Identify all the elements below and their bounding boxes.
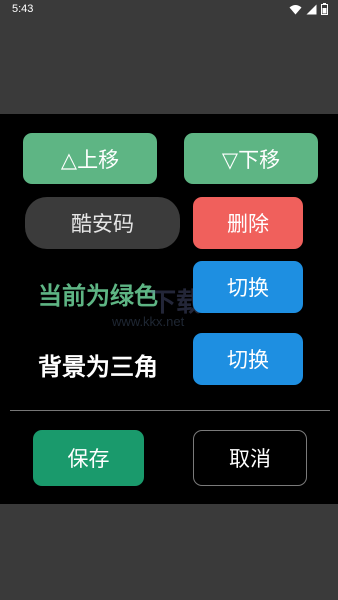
move-down-button[interactable]: ▽下移: [184, 133, 318, 184]
watermark-text: www.kkx.net: [112, 314, 185, 329]
status-icons: [289, 3, 328, 15]
wifi-icon: [289, 4, 302, 14]
delete-button[interactable]: 删除: [193, 197, 303, 249]
battery-icon: [321, 3, 328, 15]
switch-color-button[interactable]: 切换: [193, 261, 303, 313]
status-time: 5:43: [12, 3, 34, 15]
cancel-button[interactable]: 取消: [193, 430, 307, 486]
current-color-label: 当前为绿色: [38, 282, 158, 310]
save-button[interactable]: 保存: [33, 430, 144, 486]
app-screen: 5:43 △上移 ▽下移 酷安码 删除 当前为绿色 下载 www.kkx.net…: [0, 0, 338, 600]
settings-panel: △上移 ▽下移 酷安码 删除 当前为绿色 下载 www.kkx.net 切换 背…: [0, 114, 338, 504]
signal-icon: [306, 4, 317, 14]
switch-background-button[interactable]: 切换: [193, 333, 303, 385]
background-label: 背景为三角: [38, 353, 158, 381]
move-up-button[interactable]: △上移: [23, 133, 157, 184]
divider: [10, 410, 330, 411]
status-bar: 5:43: [0, 0, 338, 20]
name-display[interactable]: 酷安码: [25, 197, 180, 249]
